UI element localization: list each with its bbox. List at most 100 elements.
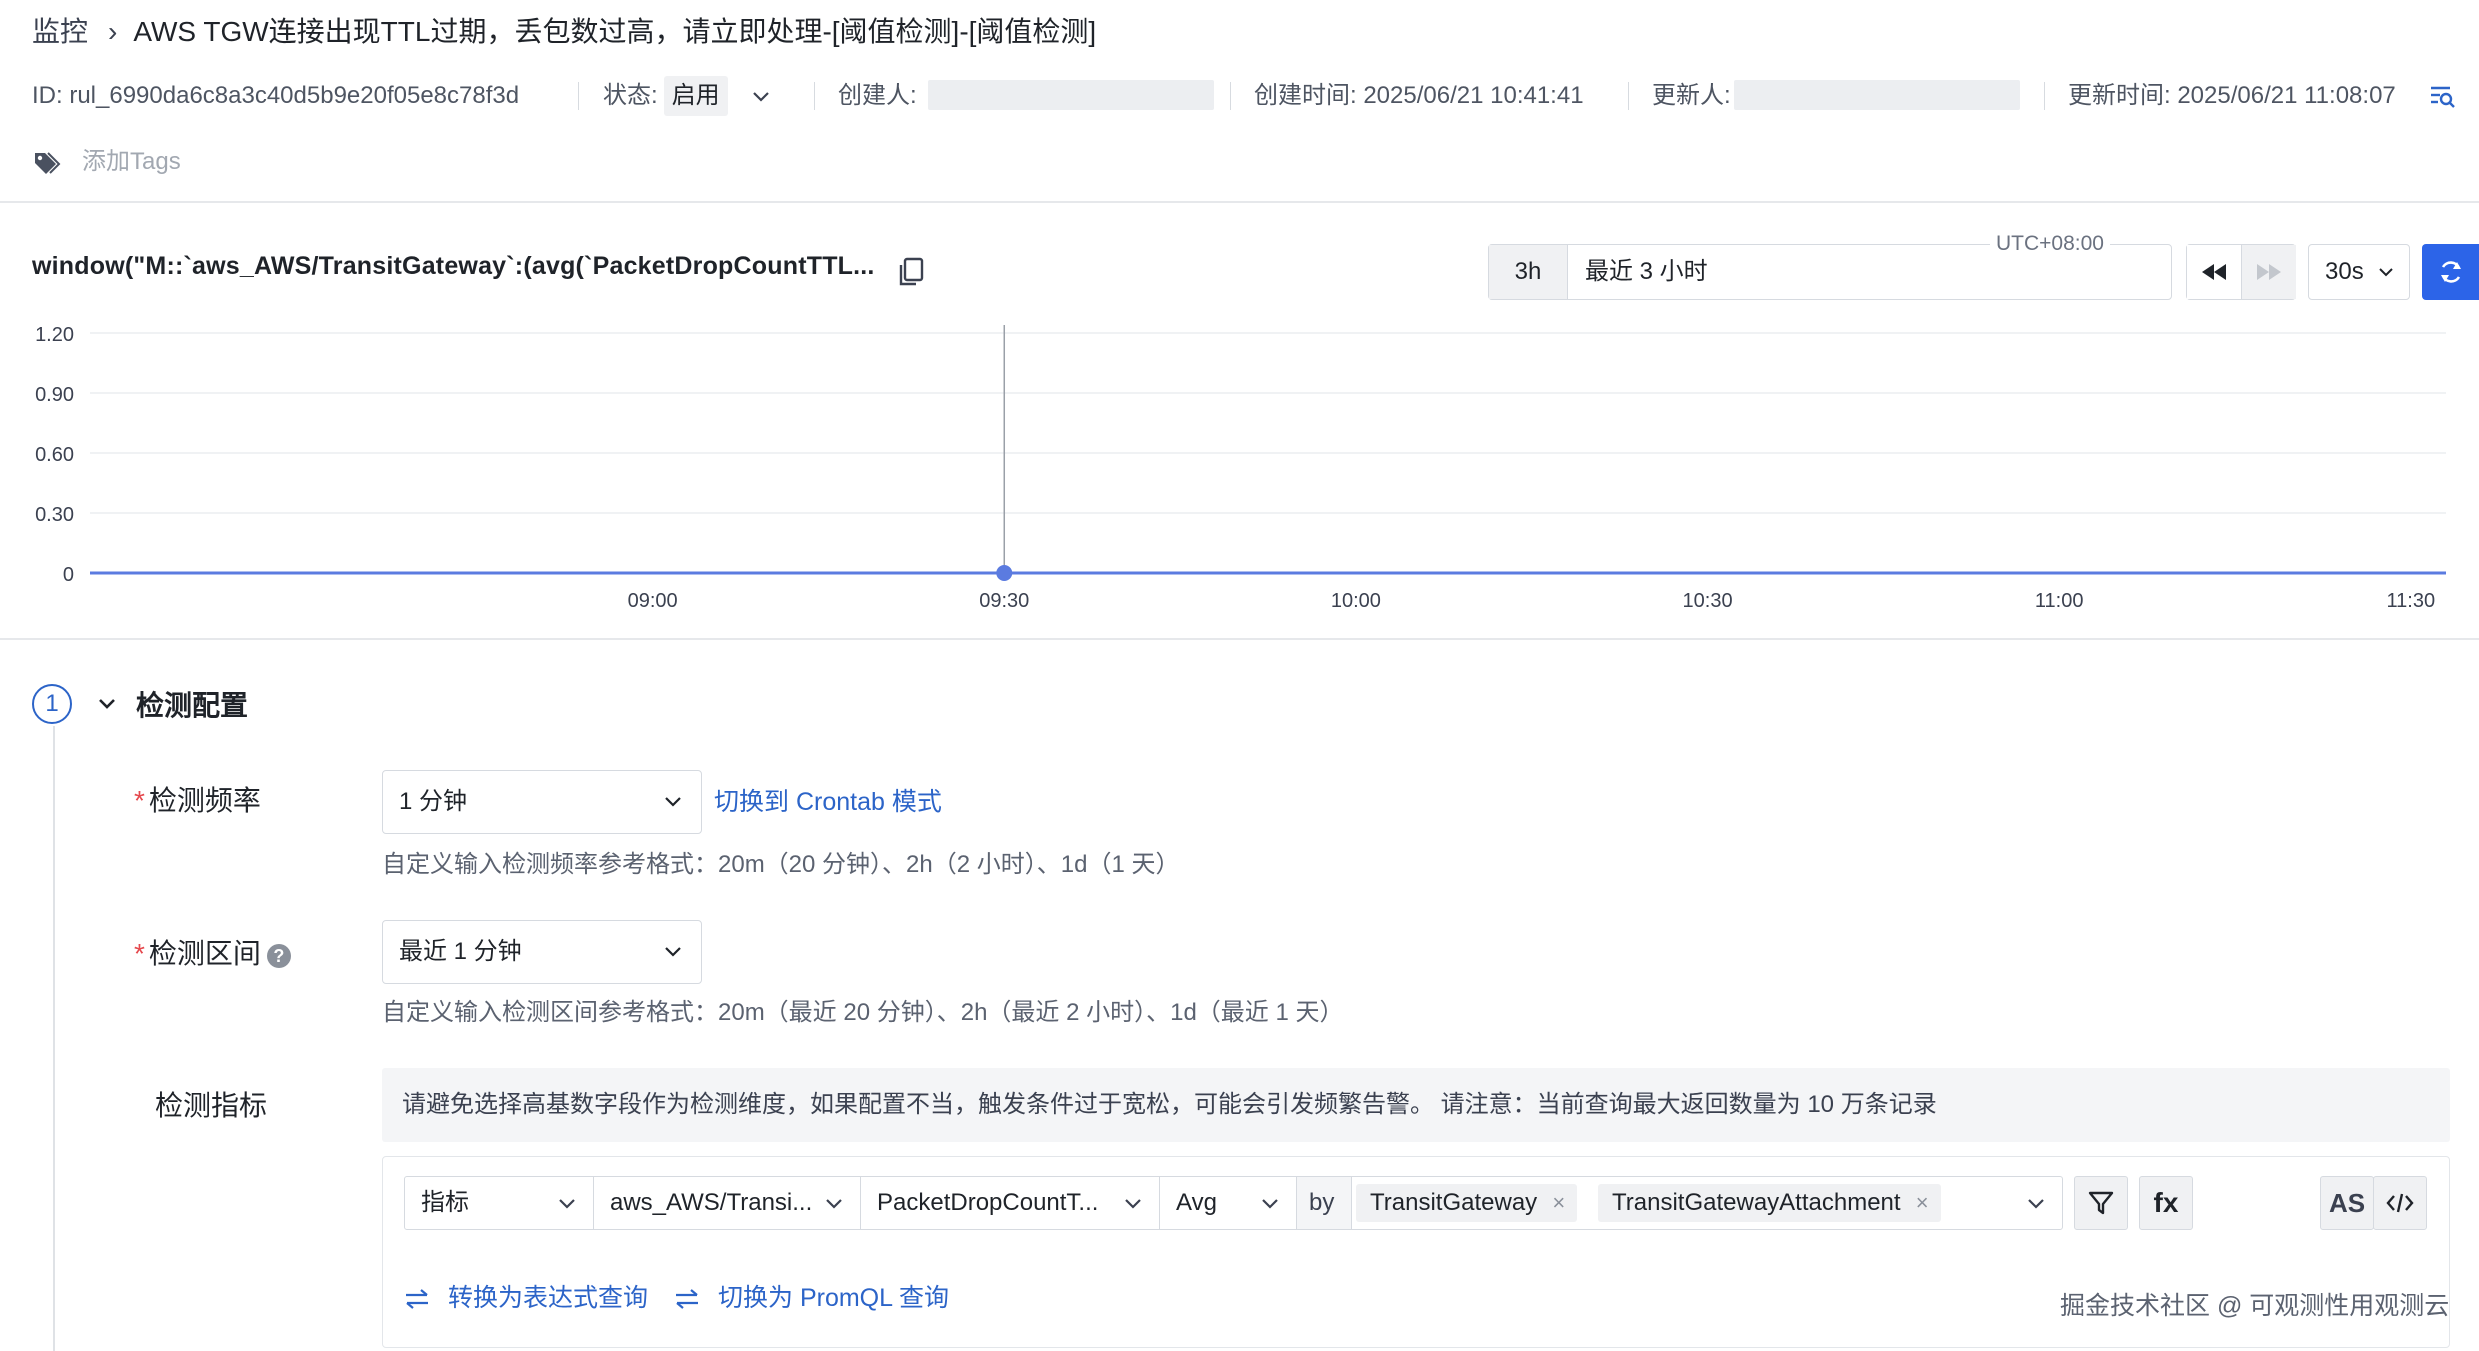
close-icon[interactable]: ×	[1916, 1184, 1929, 1222]
rule-id: ID: rul_6990da6c8a3c40d5b9e20f05e8c78f3d	[32, 82, 520, 109]
switch-icon	[676, 1289, 698, 1310]
tag-icon	[35, 151, 61, 174]
creator-label: 创建人:	[838, 82, 917, 109]
status-select[interactable]: 启用	[663, 76, 728, 116]
range-hint: 自定义输入检测区间参考格式：20m（最近 20 分钟）、2h（最近 2 小时）、…	[382, 999, 1344, 1026]
y-tick-label: 1.20	[35, 324, 74, 346]
meta-divider	[1230, 82, 1231, 110]
chevron-down-icon	[1262, 1199, 1278, 1209]
x-tick-label: 10:30	[1683, 590, 1733, 612]
meta-divider	[814, 82, 815, 110]
aggregation-select[interactable]: Avg	[1159, 1176, 1297, 1230]
convert-promql-link[interactable]: 切换为 PromQL 查询	[674, 1278, 949, 1318]
range-label-text: 检测区间	[148, 938, 261, 969]
group-by-tag[interactable]: TransitGatewayAttachment ×	[1598, 1184, 1941, 1222]
time-forward-button[interactable]	[2242, 245, 2296, 299]
x-tick-label: 09:30	[979, 590, 1029, 612]
refresh-interval-value: 30s	[2325, 258, 2364, 285]
switch-icon	[406, 1289, 428, 1310]
creator-redacted	[928, 80, 1214, 110]
code-view-button[interactable]	[2373, 1176, 2427, 1230]
metric-select[interactable]: PacketDropCountT...	[860, 1176, 1160, 1230]
metric-notice: 请避免选择高基数字段作为检测维度，如果配置不当，触发条件过于宽松，可能会引发频繁…	[382, 1068, 2450, 1142]
y-tick-label: 0.30	[35, 504, 74, 526]
convert-expression-link[interactable]: 转换为表达式查询	[404, 1278, 648, 1318]
crontab-mode-link[interactable]: 切换到 Crontab 模式	[714, 782, 942, 822]
refresh-interval-select[interactable]: 30s	[2308, 244, 2410, 300]
updater-redacted	[1734, 80, 2020, 110]
time-range-label: 最近 3 小时	[1585, 258, 1708, 285]
freq-select[interactable]: 1 分钟	[382, 770, 702, 834]
help-icon[interactable]: ?	[266, 943, 291, 968]
y-tick-label: 0	[63, 564, 74, 586]
by-label-box: by	[1296, 1176, 1352, 1230]
group-by-tag-label: TransitGatewayAttachment	[1612, 1189, 1901, 1216]
breadcrumb-separator: ›	[108, 16, 118, 47]
x-tick-label: 09:00	[628, 590, 678, 612]
chevron-down-icon	[665, 947, 681, 957]
meta-divider	[2044, 82, 2045, 110]
chevron-down-icon	[559, 1199, 575, 1209]
section-title[interactable]: 检测配置	[136, 686, 248, 726]
data-point	[996, 565, 1013, 581]
refresh-button[interactable]	[2422, 244, 2479, 300]
query-type-value: 指标	[421, 1189, 469, 1216]
updater-label: 更新人:	[1652, 82, 1731, 109]
namespace-select[interactable]: aws_AWS/Transi...	[593, 1176, 861, 1230]
code-icon	[2386, 1193, 2414, 1213]
copy-icon[interactable]	[896, 256, 926, 288]
required-mark: *	[134, 785, 145, 816]
y-tick-label: 0.90	[35, 384, 74, 406]
chevron-down-icon[interactable]	[750, 90, 772, 104]
chevron-down-icon	[826, 1199, 842, 1209]
x-tick-label: 11:00	[2035, 590, 2084, 612]
fast-forward-icon	[2257, 264, 2281, 280]
breadcrumb-root-link[interactable]: 监控	[32, 16, 88, 47]
add-tags[interactable]: 添加Tags	[32, 142, 181, 182]
time-range-short[interactable]: 3h	[1489, 245, 1568, 299]
chevron-down-icon[interactable]	[96, 694, 118, 714]
freq-label-text: 检测频率	[148, 785, 261, 816]
time-back-button[interactable]	[2187, 245, 2242, 299]
divider	[0, 201, 2479, 203]
y-tick-label: 0.60	[35, 444, 74, 466]
watermark: 掘金技术社区 @ 可观测性用观测云	[2060, 1292, 2450, 1320]
group-by-tag[interactable]: TransitGateway ×	[1356, 1184, 1578, 1222]
chevron-down-icon	[665, 797, 681, 807]
updated-time: 更新时间: 2025/06/21 11:08:07	[2068, 82, 2396, 109]
query-type-select[interactable]: 指标	[404, 1176, 594, 1230]
convert-expression-label: 转换为表达式查询	[448, 1284, 649, 1312]
freq-label: * 检测频率	[134, 781, 261, 821]
range-select[interactable]: 最近 1 分钟	[382, 920, 702, 984]
required-mark: *	[134, 938, 145, 969]
chevron-down-icon	[1125, 1199, 1141, 1209]
query-title: window("M::`aws_AWS/TransitGateway`:(avg…	[32, 252, 875, 280]
filter-button[interactable]	[2074, 1176, 2128, 1230]
freq-value: 1 分钟	[399, 788, 468, 815]
add-tags-label: 添加Tags	[82, 148, 181, 175]
step-number: 1	[32, 684, 72, 724]
close-icon[interactable]: ×	[1552, 1184, 1565, 1222]
status-field: 状态: 启用	[603, 76, 772, 116]
range-value: 最近 1 分钟	[399, 938, 522, 965]
divider	[0, 638, 2479, 640]
timezone-label[interactable]: UTC+08:00	[1990, 232, 2110, 256]
page-title: AWS TGW连接出现TTL过期，丢包数过高，请立即处理-[阈值检测]-[阈值检…	[133, 16, 1097, 47]
refresh-icon	[2440, 261, 2461, 283]
by-label: by	[1309, 1189, 1335, 1216]
freq-hint: 自定义输入检测频率参考格式：20m（20 分钟）、2h（2 小时）、1d（1 天…	[382, 851, 1180, 878]
history-list-icon[interactable]	[2428, 82, 2456, 110]
convert-promql-label: 切换为 PromQL 查询	[718, 1284, 950, 1312]
x-tick-label: 10:00	[1331, 590, 1381, 612]
step-connector	[53, 726, 55, 1351]
time-nav	[2186, 244, 2296, 300]
created-time: 创建时间: 2025/06/21 10:41:41	[1254, 82, 1584, 109]
namespace-value: aws_AWS/Transi...	[610, 1189, 813, 1216]
status-label: 状态:	[603, 82, 658, 109]
filter-icon	[2088, 1191, 2114, 1215]
function-button[interactable]: fx	[2139, 1176, 2193, 1230]
group-by-tag-label: TransitGateway	[1370, 1189, 1538, 1216]
query-chart: 1.20 0.90 0.60 0.30 0 09:00 09:30 10:00 10:30 11:…	[35, 324, 2446, 612]
aggregation-value: Avg	[1176, 1189, 1217, 1216]
alias-button[interactable]: AS	[2320, 1176, 2374, 1230]
